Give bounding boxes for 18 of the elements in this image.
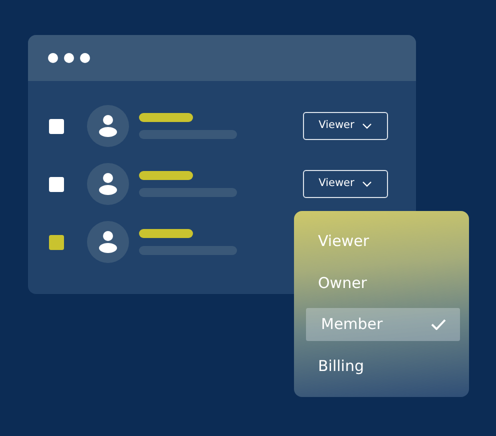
checkmark-icon bbox=[431, 318, 446, 330]
window-dot-icon bbox=[64, 53, 74, 63]
name-placeholder-bar bbox=[139, 229, 193, 238]
name-placeholder-bar bbox=[139, 113, 193, 122]
checkbox[interactable] bbox=[49, 176, 64, 192]
name-placeholder-bar bbox=[139, 171, 193, 180]
checkbox[interactable] bbox=[49, 234, 64, 250]
chevron-down-icon bbox=[362, 123, 372, 129]
window-dot-icon bbox=[48, 53, 58, 63]
user-avatar-icon bbox=[87, 163, 129, 205]
chevron-down-icon bbox=[362, 181, 372, 187]
role-dropdown[interactable]: Viewer bbox=[303, 170, 388, 198]
checkbox[interactable] bbox=[49, 118, 64, 134]
window-dot-icon bbox=[80, 53, 90, 63]
user-avatar-icon bbox=[87, 221, 129, 263]
role-dropdown[interactable]: Viewer bbox=[303, 112, 388, 140]
menu-item[interactable]: Billing bbox=[303, 346, 460, 387]
user-avatar-icon bbox=[87, 105, 129, 147]
